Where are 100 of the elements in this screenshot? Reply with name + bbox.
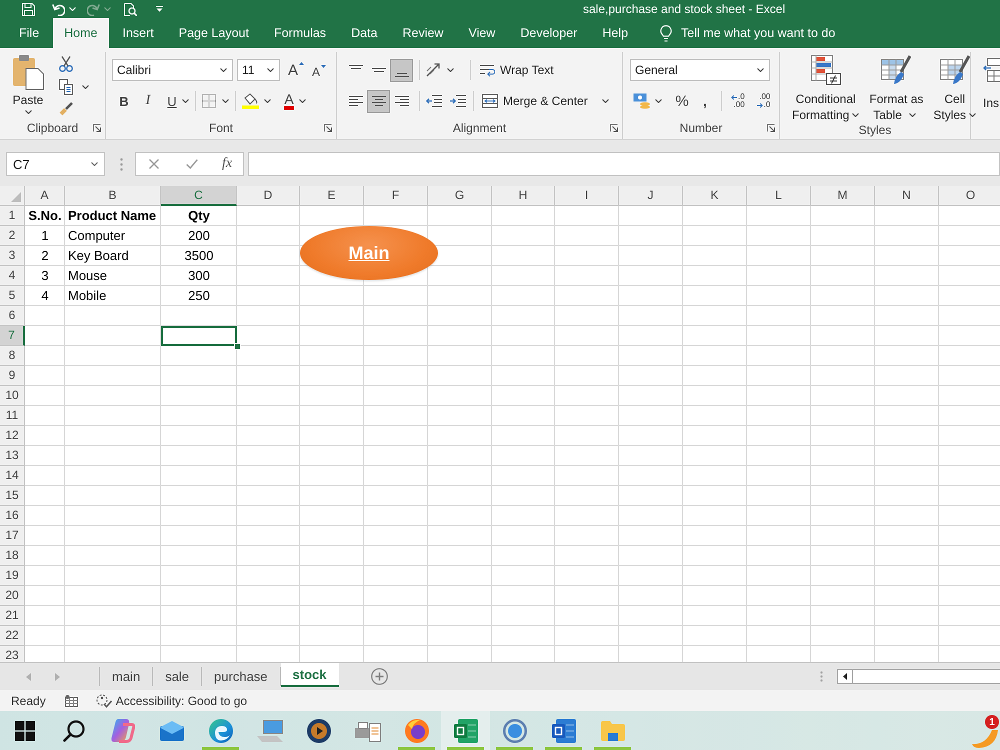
caret-icon[interactable] <box>447 68 454 72</box>
caret-icon[interactable] <box>82 85 89 89</box>
wrap-text-button[interactable]: Wrap Text <box>480 59 554 81</box>
format-as-table-button[interactable]: Format as Table <box>865 52 928 123</box>
formula-input[interactable] <box>248 152 1000 176</box>
money-icon[interactable] <box>633 93 650 109</box>
splitter-dots-icon[interactable] <box>820 671 822 682</box>
dialog-launcher-icon[interactable] <box>324 124 332 132</box>
dialog-launcher-icon[interactable] <box>767 124 775 132</box>
row-header[interactable]: 5 <box>0 286 25 306</box>
sheet-tab[interactable]: stock <box>280 663 338 687</box>
underline-button[interactable]: U <box>162 90 182 112</box>
row-header[interactable]: 14 <box>0 466 25 486</box>
add-sheet-icon[interactable] <box>370 668 388 685</box>
column-header[interactable]: A <box>25 186 65 206</box>
ribbon-tab[interactable]: Review <box>391 18 454 48</box>
increase-indent-icon[interactable] <box>450 95 466 107</box>
sheet-tab[interactable]: sale <box>153 667 202 686</box>
insert-function-button[interactable]: fx <box>222 156 232 172</box>
italic-button[interactable]: I <box>138 90 158 112</box>
row-header[interactable]: 15 <box>0 486 25 506</box>
shrink-font-button[interactable]: A <box>309 59 330 81</box>
column-header[interactable]: M <box>811 186 875 206</box>
column-header[interactable]: C <box>161 186 237 206</box>
row-header[interactable]: 8 <box>0 346 25 366</box>
customize-menu-icon[interactable] <box>156 6 163 12</box>
dialog-launcher-icon[interactable] <box>93 124 101 132</box>
ribbon-tab[interactable]: File <box>8 18 50 48</box>
row-header[interactable]: 19 <box>0 566 25 586</box>
ribbon-tab[interactable]: Developer <box>509 18 588 48</box>
row-header[interactable]: 22 <box>0 626 25 646</box>
column-header[interactable]: N <box>875 186 939 206</box>
row-header[interactable]: 12 <box>0 426 25 446</box>
column-header[interactable]: O <box>939 186 1000 206</box>
decrease-indent-icon[interactable] <box>426 95 442 107</box>
increase-decimal-button[interactable]: .0 .00 <box>728 93 748 109</box>
caret-icon[interactable] <box>222 99 229 103</box>
column-header[interactable]: F <box>364 186 428 206</box>
font-name-dropdown[interactable]: Calibri <box>112 59 233 81</box>
vertical-align-button[interactable] <box>390 58 413 82</box>
diagonal-arrow-icon[interactable] <box>426 63 442 77</box>
row-header[interactable]: 2 <box>0 226 25 246</box>
conditional-formatting-button[interactable]: Conditional Formatting <box>788 52 864 123</box>
column-header[interactable]: G <box>428 186 492 206</box>
ribbon-tab[interactable]: Data <box>340 18 388 48</box>
row-header[interactable]: 6 <box>0 306 25 326</box>
dialog-launcher-icon[interactable] <box>610 124 618 132</box>
column-header[interactable]: I <box>555 186 619 206</box>
grow-font-button[interactable]: A <box>286 59 306 81</box>
column-header[interactable]: K <box>683 186 747 206</box>
copy-icon[interactable] <box>59 79 73 95</box>
ribbon-tab[interactable]: Page Layout <box>168 18 260 48</box>
bold-button[interactable]: B <box>114 90 134 112</box>
sheet-grid-icon[interactable] <box>64 694 78 706</box>
row-header[interactable]: 11 <box>0 406 25 426</box>
paintbrush-icon[interactable] <box>59 102 73 116</box>
row-header[interactable]: 23 <box>0 646 25 662</box>
caret-icon[interactable] <box>299 99 306 103</box>
vertical-dots-icon[interactable] <box>120 158 123 171</box>
caret-icon[interactable] <box>182 99 189 103</box>
font-color-button[interactable]: A <box>279 90 299 112</box>
cancel-icon[interactable] <box>149 159 159 169</box>
merge-center-button[interactable]: Merge & Center <box>482 90 588 112</box>
horizontal-scrollbar[interactable] <box>836 669 1000 684</box>
row-header[interactable]: 16 <box>0 506 25 526</box>
fill-handle[interactable] <box>234 343 241 350</box>
name-box[interactable]: C7 <box>6 152 105 176</box>
horizontal-align-button[interactable] <box>367 90 390 112</box>
accessibility-status-button[interactable]: Accessibility: Good to go <box>96 694 248 708</box>
row-header[interactable]: 18 <box>0 546 25 566</box>
column-header[interactable]: L <box>747 186 811 206</box>
save-icon[interactable] <box>22 2 35 16</box>
dotted-border-grid-icon[interactable] <box>202 94 216 108</box>
decrease-decimal-button[interactable]: .00 .0 <box>754 93 774 109</box>
tell-me-search[interactable]: Tell me what you want to do <box>660 18 836 48</box>
ribbon-tab[interactable]: Help <box>591 18 640 48</box>
font-size-dropdown[interactable]: 11 <box>237 59 280 81</box>
row-header[interactable]: 20 <box>0 586 25 606</box>
row-header[interactable]: 17 <box>0 526 25 546</box>
row-header[interactable]: 21 <box>0 606 25 626</box>
caret-icon[interactable] <box>264 99 271 103</box>
scissors-icon[interactable] <box>59 56 73 72</box>
column-header[interactable]: D <box>237 186 300 206</box>
row-header[interactable]: 1 <box>0 206 25 226</box>
row-header[interactable]: 13 <box>0 446 25 466</box>
row-header[interactable]: 7 <box>0 326 25 346</box>
undo-icon[interactable] <box>52 2 65 16</box>
column-header[interactable]: H <box>492 186 555 206</box>
sheet-tab[interactable]: main <box>100 667 154 686</box>
paint-bucket-icon[interactable] <box>242 93 259 109</box>
row-header[interactable]: 10 <box>0 386 25 406</box>
caret-icon[interactable] <box>602 99 609 103</box>
ribbon-tab[interactable]: Formulas <box>262 18 338 48</box>
row-header[interactable]: 4 <box>0 266 25 286</box>
ribbon-tab[interactable]: Home <box>53 18 108 48</box>
column-header[interactable]: J <box>619 186 683 206</box>
column-header[interactable]: B <box>65 186 161 206</box>
check-icon[interactable] <box>186 159 198 169</box>
ribbon-tab[interactable]: View <box>457 18 506 48</box>
percent-button[interactable]: % <box>672 90 692 112</box>
